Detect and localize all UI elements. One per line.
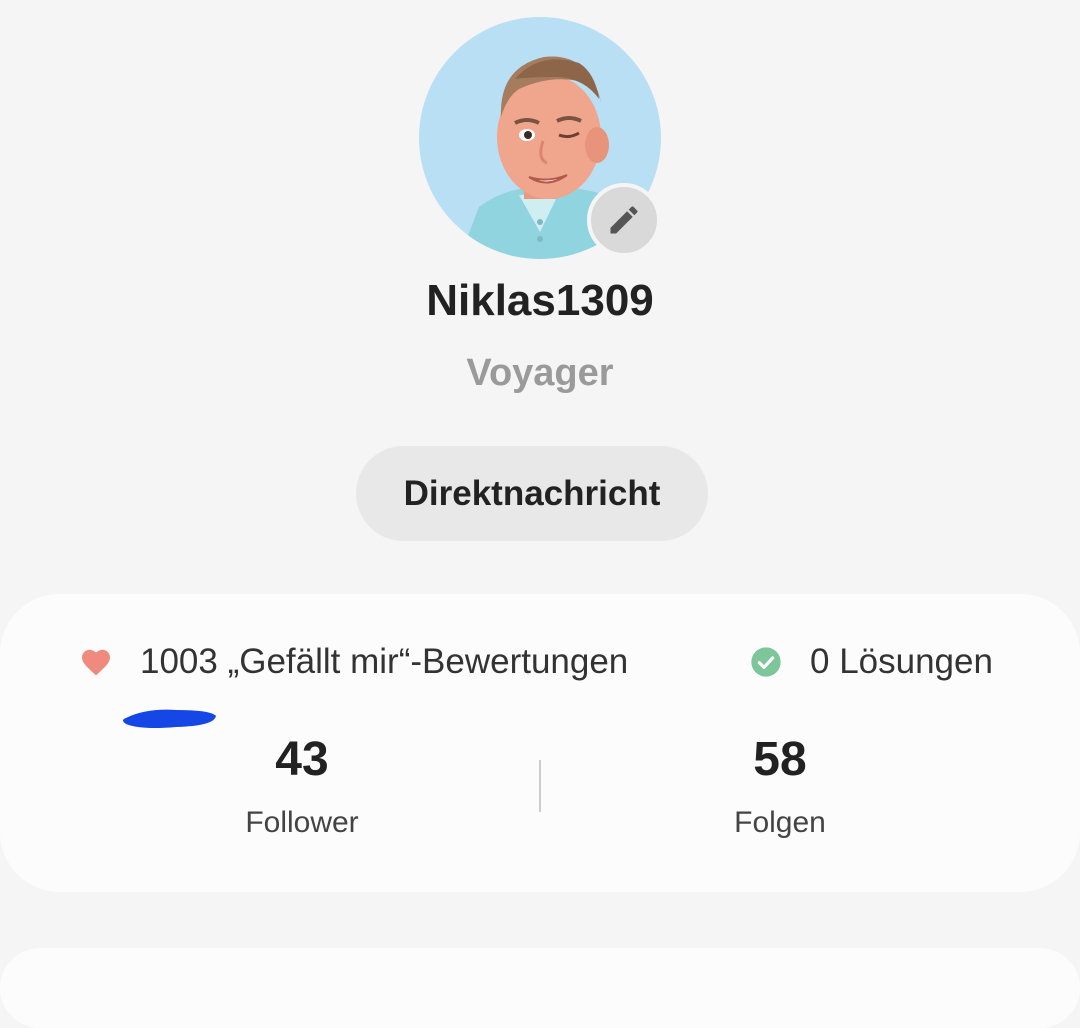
followers-label: Follower — [245, 806, 359, 839]
redaction-scribble — [123, 709, 216, 728]
likes-stat: 1003 „Gefällt mir“-Bewertungen — [80, 632, 628, 692]
heart-icon — [82, 649, 110, 676]
profile-rank: Voyager — [466, 352, 614, 394]
stats-divider — [539, 760, 541, 812]
pencil-icon — [610, 206, 638, 234]
edit-avatar-button[interactable] — [587, 183, 661, 257]
likes-count-text: 1003 „Gefällt mir“-Bewertungen — [140, 642, 629, 681]
profile-avatar-container — [419, 17, 661, 259]
followers-count: 43 — [275, 733, 329, 786]
next-section-card — [0, 948, 1080, 1028]
following-count: 58 — [753, 733, 807, 786]
stats-card: 1003 „Gefällt mir“-Bewertungen 0 Lösunge… — [0, 594, 1080, 892]
profile-username: Niklas1309 — [426, 276, 654, 325]
followers-stat[interactable]: 43 Follower — [152, 734, 452, 840]
solutions-count-text: 0 Lösungen — [810, 642, 993, 681]
solutions-stat: 0 Lösungen — [750, 632, 993, 692]
following-stat[interactable]: 58 Folgen — [630, 734, 930, 840]
direct-message-button[interactable]: Direktnachricht — [356, 446, 708, 541]
following-label: Folgen — [734, 806, 826, 839]
check-circle-icon — [751, 647, 781, 677]
